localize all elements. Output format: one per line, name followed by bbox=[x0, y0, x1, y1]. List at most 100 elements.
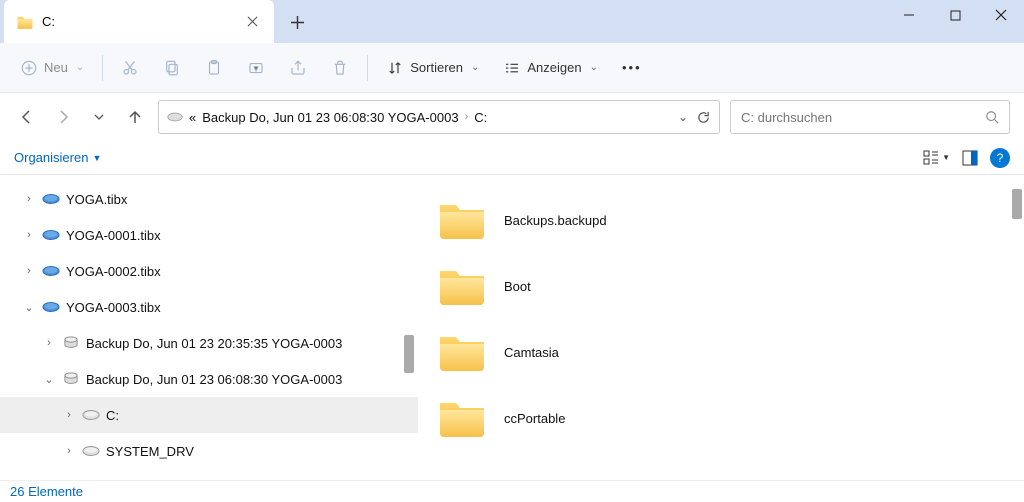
breadcrumb-1[interactable]: Backup Do, Jun 01 23 06:08:30 YOGA-0003 bbox=[202, 110, 458, 125]
tree-item[interactable]: › YOGA.tibx bbox=[0, 181, 418, 217]
tree-pane[interactable]: › YOGA.tibx › YOGA-0001.tibx › YOGA-0002.tibx… bbox=[0, 175, 418, 480]
expand-toggle[interactable]: › bbox=[22, 229, 36, 241]
tree-item[interactable]: › YOGA-0002.tibx bbox=[0, 253, 418, 289]
expand-toggle[interactable]: › bbox=[62, 409, 76, 421]
refresh-button[interactable] bbox=[696, 110, 711, 125]
search-input[interactable] bbox=[741, 110, 985, 125]
separator bbox=[102, 55, 103, 81]
copy-button[interactable] bbox=[153, 50, 191, 86]
preview-pane-button[interactable] bbox=[962, 150, 978, 166]
view-options-button[interactable]: ▼ bbox=[923, 150, 950, 166]
new-tab-button[interactable] bbox=[280, 5, 314, 39]
paste-button[interactable] bbox=[195, 50, 233, 86]
files-pane[interactable]: Backups.backupd Boot Camtasia ccPortable bbox=[418, 175, 1024, 480]
help-button[interactable]: ? bbox=[990, 148, 1010, 168]
addr-dropdown[interactable]: ⌄ bbox=[678, 110, 688, 124]
expand-toggle[interactable]: › bbox=[22, 193, 36, 205]
file-name: Backups.backupd bbox=[504, 213, 607, 228]
tree-item-label: YOGA-0001.tibx bbox=[66, 228, 161, 243]
tab-close-button[interactable] bbox=[243, 12, 262, 31]
new-label: Neu bbox=[44, 60, 68, 75]
file-item[interactable]: Camtasia bbox=[438, 319, 1004, 385]
file-name: Camtasia bbox=[504, 345, 559, 360]
share-button[interactable] bbox=[279, 50, 317, 86]
disk-icon bbox=[42, 192, 60, 206]
chevron-down-icon: ⌄ bbox=[471, 62, 479, 73]
folder-icon bbox=[16, 13, 34, 31]
tree-item-label: YOGA.tibx bbox=[66, 192, 127, 207]
expand-toggle[interactable]: ⌄ bbox=[22, 301, 36, 314]
expand-toggle[interactable]: › bbox=[62, 445, 76, 457]
breadcrumb-sep: › bbox=[465, 111, 469, 123]
status-bar: 26 Elemente bbox=[0, 480, 1024, 502]
tree-item[interactable]: › SYSTEM_DRV bbox=[0, 433, 418, 469]
disk-icon bbox=[42, 300, 60, 314]
expand-toggle[interactable]: › bbox=[42, 337, 56, 349]
drive-icon bbox=[82, 408, 100, 422]
close-button[interactable] bbox=[978, 0, 1024, 30]
content: › YOGA.tibx › YOGA-0001.tibx › YOGA-0002.tibx… bbox=[0, 175, 1024, 480]
window-controls bbox=[886, 0, 1024, 30]
new-button[interactable]: Neu ⌄ bbox=[10, 50, 94, 86]
forward-button[interactable] bbox=[50, 104, 76, 130]
tree-scrollbar-thumb[interactable] bbox=[404, 335, 414, 373]
up-button[interactable] bbox=[122, 104, 148, 130]
search-icon bbox=[985, 110, 999, 124]
tree-item[interactable]: › YOGA-0001.tibx bbox=[0, 217, 418, 253]
folder-icon bbox=[438, 199, 486, 241]
nav-row: « Backup Do, Jun 01 23 06:08:30 YOGA-000… bbox=[0, 93, 1024, 141]
tree-item[interactable]: ⌄ YOGA-0003.tibx bbox=[0, 289, 418, 325]
tab-current[interactable]: C: bbox=[4, 0, 274, 43]
file-item[interactable]: ccPortable bbox=[438, 385, 1004, 451]
minimize-button[interactable] bbox=[886, 0, 932, 30]
sort-button[interactable]: Sortieren ⌄ bbox=[376, 50, 489, 86]
chevron-down-icon: ⌄ bbox=[76, 62, 84, 73]
dbdrive-icon bbox=[62, 336, 80, 350]
cut-button[interactable] bbox=[111, 50, 149, 86]
drive-icon bbox=[167, 111, 183, 123]
files-scrollbar-thumb[interactable] bbox=[1012, 189, 1022, 219]
file-name: Boot bbox=[504, 279, 531, 294]
folder-icon bbox=[438, 397, 486, 439]
tree-item[interactable]: › Backup Do, Jun 01 23 20:35:35 YOGA-0003 bbox=[0, 325, 418, 361]
breadcrumb-prefix: « bbox=[189, 110, 196, 125]
status-text: 26 Elemente bbox=[10, 484, 83, 499]
toolbar: Neu ⌄ Sortieren ⌄ Anzeigen ⌄ ••• bbox=[0, 43, 1024, 93]
view-button[interactable]: Anzeigen ⌄ bbox=[493, 50, 608, 86]
tree-item-label: Backup Do, Jun 01 23 20:35:35 YOGA-0003 bbox=[86, 336, 342, 351]
dbdrive-icon bbox=[62, 372, 80, 386]
organize-button[interactable]: Organisieren ▼ bbox=[14, 150, 101, 165]
separator bbox=[367, 55, 368, 81]
titlebar: C: bbox=[0, 0, 1024, 43]
folder-icon bbox=[438, 265, 486, 307]
file-name: ccPortable bbox=[504, 411, 565, 426]
tree-item-label: Backup Do, Jun 01 23 06:08:30 YOGA-0003 bbox=[86, 372, 342, 387]
tab-title: C: bbox=[42, 14, 243, 29]
rename-button[interactable] bbox=[237, 50, 275, 86]
disk-icon bbox=[42, 228, 60, 242]
tree-item-label: C: bbox=[106, 408, 119, 423]
back-button[interactable] bbox=[14, 104, 40, 130]
tree-item[interactable]: ⌄ Backup Do, Jun 01 23 06:08:30 YOGA-0003 bbox=[0, 361, 418, 397]
breadcrumb-2[interactable]: C: bbox=[474, 110, 487, 125]
tree-item-label: YOGA-0002.tibx bbox=[66, 264, 161, 279]
view-label: Anzeigen bbox=[527, 60, 581, 75]
drive-icon bbox=[82, 444, 100, 458]
address-bar[interactable]: « Backup Do, Jun 01 23 06:08:30 YOGA-000… bbox=[158, 100, 720, 134]
file-item[interactable]: Backups.backupd bbox=[438, 187, 1004, 253]
tree-item-label: SYSTEM_DRV bbox=[106, 444, 194, 459]
recent-button[interactable] bbox=[86, 104, 112, 130]
tree-item-label: YOGA-0003.tibx bbox=[66, 300, 161, 315]
chevron-down-icon: ⌄ bbox=[590, 62, 598, 73]
organize-label: Organisieren bbox=[14, 150, 88, 165]
more-button[interactable]: ••• bbox=[612, 60, 652, 75]
tree-item[interactable]: › C: bbox=[0, 397, 418, 433]
file-item[interactable]: Boot bbox=[438, 253, 1004, 319]
expand-toggle[interactable]: ⌄ bbox=[42, 373, 56, 386]
disk-icon bbox=[42, 264, 60, 278]
delete-button[interactable] bbox=[321, 50, 359, 86]
expand-toggle[interactable]: › bbox=[22, 265, 36, 277]
maximize-button[interactable] bbox=[932, 0, 978, 30]
search-box[interactable] bbox=[730, 100, 1010, 134]
sort-label: Sortieren bbox=[410, 60, 463, 75]
